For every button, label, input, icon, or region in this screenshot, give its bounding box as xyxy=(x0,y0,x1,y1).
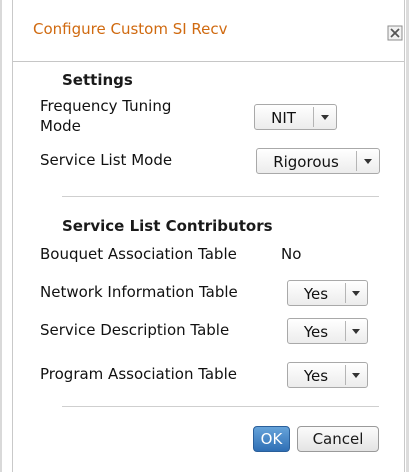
close-icon xyxy=(387,25,403,41)
frequency-tuning-mode-label-line2: Mode xyxy=(40,117,81,135)
select-divider xyxy=(313,107,314,127)
frequency-tuning-mode-value: NIT xyxy=(271,109,296,127)
footer-divider xyxy=(62,406,379,407)
chevron-down-icon xyxy=(352,329,360,334)
program-association-table-select[interactable]: Yes xyxy=(287,362,368,388)
section-divider xyxy=(62,196,379,197)
page-edge-left xyxy=(0,0,2,472)
frequency-tuning-mode-select[interactable]: NIT xyxy=(254,104,337,130)
close-button[interactable] xyxy=(387,25,403,41)
program-association-table-value: Yes xyxy=(303,367,329,385)
configure-dialog: Configure Custom SI Recv Settings Freque… xyxy=(12,0,405,472)
select-divider xyxy=(345,321,346,341)
select-divider xyxy=(345,283,346,303)
service-list-mode-value: Rigorous xyxy=(273,153,339,171)
select-divider xyxy=(356,151,357,171)
service-description-table-label: Service Description Table xyxy=(40,321,230,339)
chevron-down-icon xyxy=(364,159,372,164)
chevron-down-icon xyxy=(352,373,360,378)
ok-button[interactable]: OK xyxy=(253,426,290,452)
service-list-mode-label: Service List Mode xyxy=(40,151,173,169)
network-information-table-label: Network Information Table xyxy=(40,283,238,301)
network-information-table-value: Yes xyxy=(303,285,329,303)
frequency-tuning-mode-label-line1: Frequency Tuning xyxy=(40,97,172,115)
dialog-title: Configure Custom SI Recv xyxy=(33,20,228,38)
bouquet-association-table-value: No xyxy=(281,245,302,263)
network-information-table-select[interactable]: Yes xyxy=(287,280,368,306)
program-association-table-label: Program Association Table xyxy=(40,365,238,383)
chevron-down-icon xyxy=(352,291,360,296)
service-list-mode-select[interactable]: Rigorous xyxy=(256,148,380,174)
cancel-button[interactable]: Cancel xyxy=(297,426,379,452)
contributors-heading: Service List Contributors xyxy=(62,217,273,235)
service-description-table-select[interactable]: Yes xyxy=(287,318,368,344)
settings-heading: Settings xyxy=(62,71,133,89)
select-divider xyxy=(345,365,346,385)
service-description-table-value: Yes xyxy=(303,323,329,341)
chevron-down-icon xyxy=(321,115,329,120)
dialog-title-bar: Configure Custom SI Recv xyxy=(13,0,404,62)
title-divider xyxy=(13,61,404,62)
bouquet-association-table-label: Bouquet Association Table xyxy=(40,245,237,263)
